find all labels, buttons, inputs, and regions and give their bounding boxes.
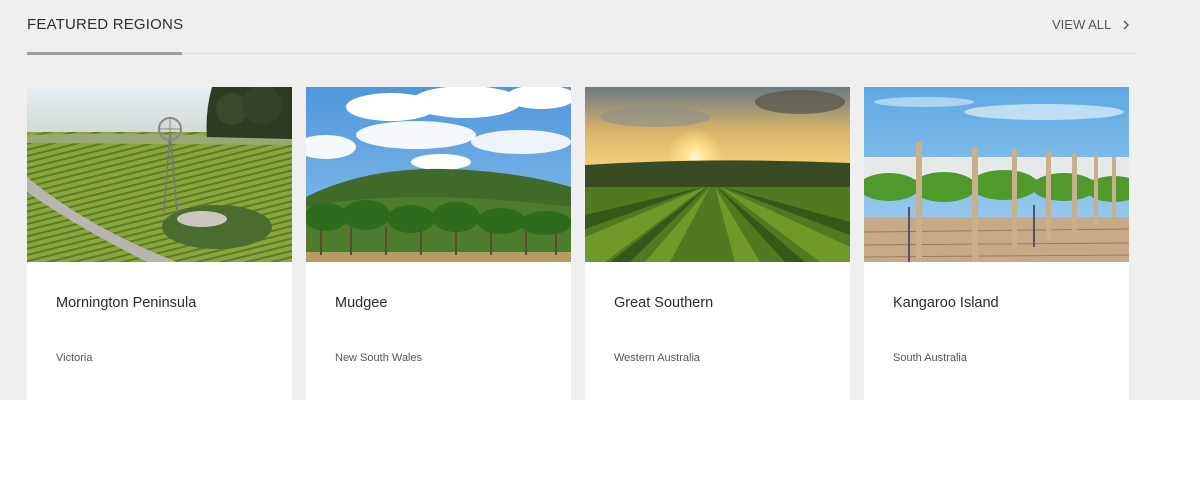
section-divider	[27, 53, 1137, 54]
chevron-right-icon	[1123, 20, 1130, 29]
region-name: Great Southern	[614, 295, 714, 311]
region-name: Kangaroo Island	[893, 295, 999, 311]
region-card-kangaroo-island[interactable]: Kangaroo Island South Australia	[864, 87, 1129, 400]
region-state: New South Wales	[335, 352, 423, 364]
region-card-mudgee[interactable]: Mudgee New South Wales	[306, 87, 571, 400]
region-card-mornington-peninsula[interactable]: Mornington Peninsula Victoria	[27, 87, 292, 400]
featured-regions-section: FEATURED REGIONS VIEW ALL Mornington Pen…	[0, 0, 1200, 400]
view-all-label: VIEW ALL	[1052, 17, 1112, 32]
region-state: Victoria	[56, 352, 93, 364]
region-image-kangaroo-island	[864, 87, 1129, 262]
region-image-mornington-peninsula	[27, 87, 292, 262]
region-state: Western Australia	[614, 352, 701, 364]
region-image-mudgee	[306, 87, 571, 262]
active-tab-underline	[27, 52, 182, 55]
region-name: Mornington Peninsula	[56, 295, 197, 311]
region-state: South Australia	[893, 352, 967, 364]
view-all-link[interactable]: VIEW ALL	[1052, 17, 1132, 32]
region-image-great-southern	[585, 87, 850, 262]
region-name: Mudgee	[335, 295, 388, 311]
region-card-great-southern[interactable]: Great Southern Western Australia	[585, 87, 850, 400]
section-title: FEATURED REGIONS	[27, 16, 184, 33]
